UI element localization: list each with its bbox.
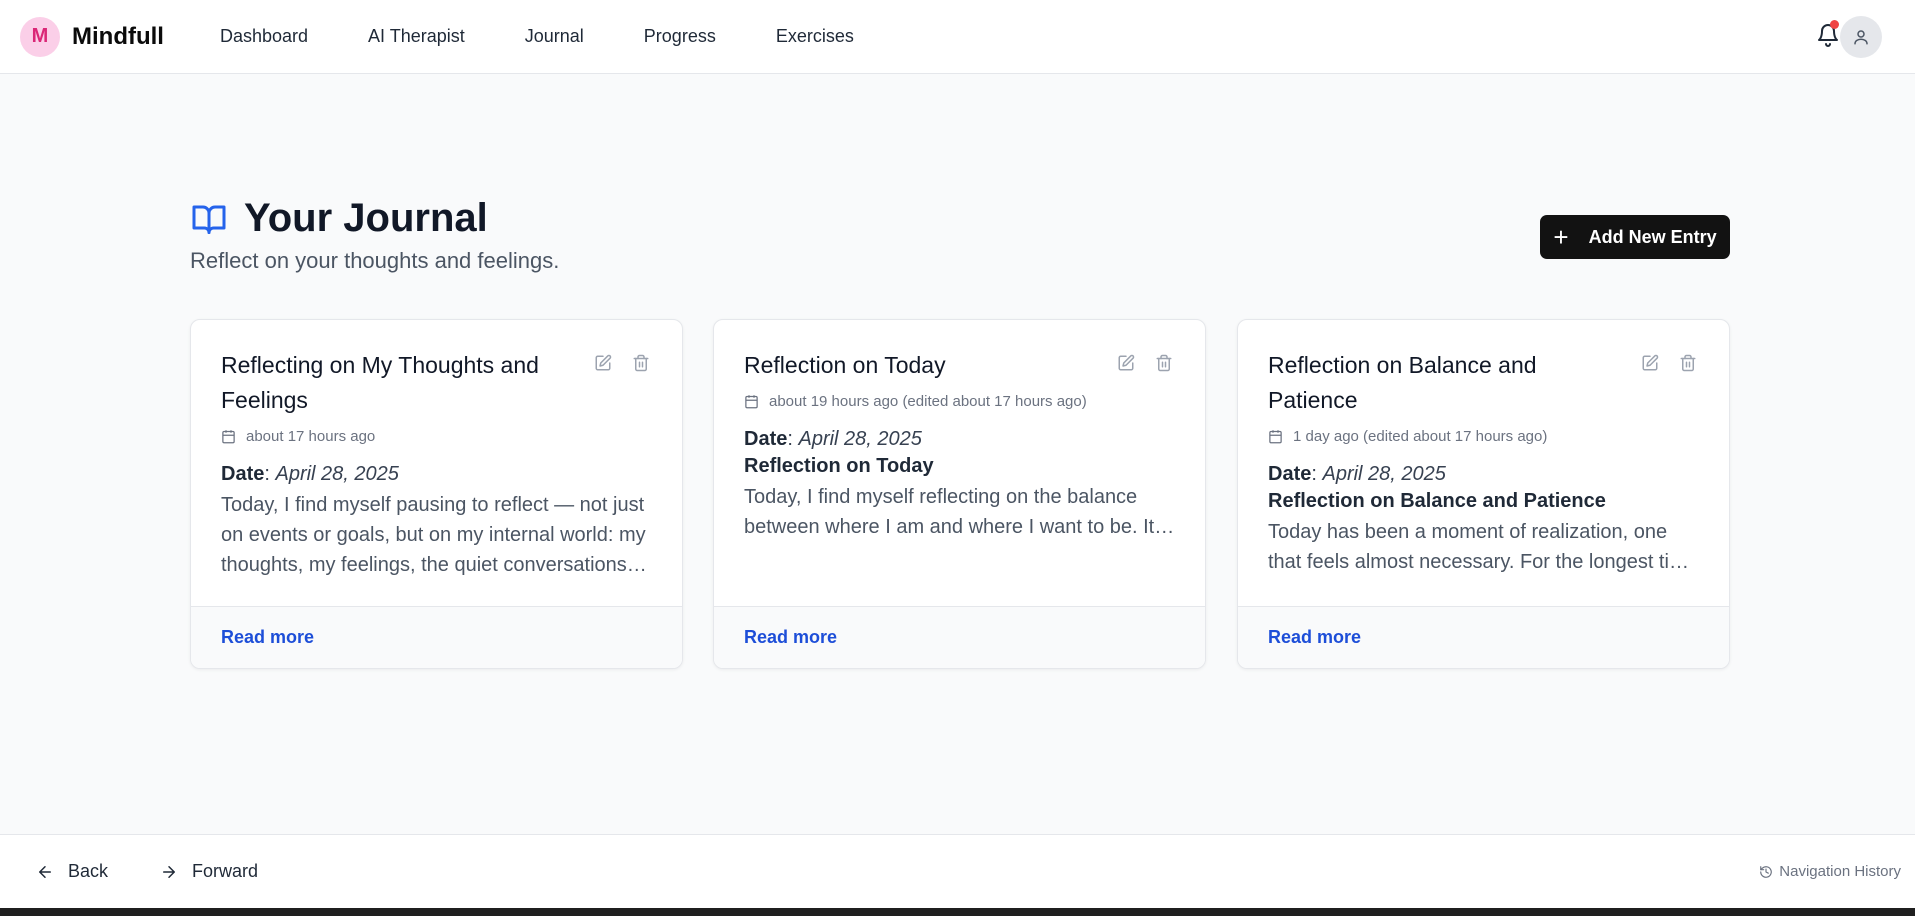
journal-entry-card: Reflection on Balance and Patience 1 day… <box>1237 319 1730 669</box>
delete-icon[interactable] <box>1153 352 1175 374</box>
entry-timestamp: about 19 hours ago (edited about 17 hour… <box>769 393 1087 410</box>
card-footer: Read more <box>714 606 1205 668</box>
card-footer: Read more <box>1238 606 1729 668</box>
page-heading: Your Journal <box>190 196 488 241</box>
entry-excerpt: Today has been a moment of realization, … <box>1268 521 1697 573</box>
entry-date: Date: April 28, 2025 <box>744 428 922 450</box>
delete-icon[interactable] <box>630 352 652 374</box>
date-value: April 28, 2025 <box>275 463 399 485</box>
entry-meta: 1 day ago (edited about 17 hours ago) <box>1268 428 1699 445</box>
brand[interactable]: M Mindfull <box>20 16 164 57</box>
back-button[interactable]: Back <box>36 861 108 882</box>
main-nav: Dashboard AI Therapist Journal Progress … <box>220 26 854 47</box>
brand-logo: M <box>20 16 60 57</box>
arrow-right-icon <box>163 865 176 878</box>
read-more-link[interactable]: Read more <box>744 627 837 648</box>
nav-item-progress[interactable]: Progress <box>644 26 716 47</box>
add-new-entry-label: Add New Entry <box>1588 226 1717 247</box>
add-new-entry-button[interactable]: + Add New Entry <box>1540 215 1730 259</box>
card-footer: Read more <box>191 606 682 668</box>
navigation-history-button[interactable]: Navigation History <box>1759 863 1901 880</box>
forward-label: Forward <box>192 861 259 881</box>
entry-excerpt: Today, I find myself pausing to reflect … <box>221 494 646 576</box>
plus-icon: + <box>1553 222 1569 252</box>
calendar-icon <box>222 430 235 444</box>
date-value: April 28, 2025 <box>1322 463 1446 485</box>
entry-date: Date: April 28, 2025 <box>221 463 399 485</box>
entry-timestamp: about 17 hours ago <box>246 428 376 445</box>
bottom-navigation-bar: Back Forward Navigation History <box>0 834 1915 908</box>
date-label: Date <box>221 463 265 485</box>
user-icon <box>1854 30 1868 45</box>
edit-icon[interactable] <box>1639 352 1661 374</box>
book-open-icon <box>192 205 226 234</box>
edit-icon[interactable] <box>592 352 614 374</box>
entry-timestamp: 1 day ago (edited about 17 hours ago) <box>1293 428 1548 445</box>
journal-entry-card: Reflecting on My Thoughts and Feelings a… <box>190 319 683 669</box>
entry-title[interactable]: Reflection on Today <box>744 348 1084 383</box>
notification-dot <box>1830 20 1839 29</box>
back-label: Back <box>68 861 109 881</box>
brand-name: Mindfull <box>72 22 164 50</box>
top-navigation-bar: M Mindfull Dashboard AI Therapist Journa… <box>0 0 1915 74</box>
entry-title[interactable]: Reflection on Balance and Patience <box>1268 348 1628 418</box>
calendar-icon <box>1269 430 1282 444</box>
entry-title[interactable]: Reflecting on My Thoughts and Feelings <box>221 348 561 418</box>
page-title: Your Journal <box>244 196 488 240</box>
read-more-link[interactable]: Read more <box>221 627 314 648</box>
entry-heading: Reflection on Today <box>744 455 934 477</box>
history-icon <box>1760 865 1773 878</box>
edit-icon[interactable] <box>1115 352 1137 374</box>
nav-item-dashboard[interactable]: Dashboard <box>220 26 308 47</box>
entry-heading: Reflection on Balance and Patience <box>1268 490 1606 512</box>
journal-entry-card: Reflection on Today about 19 hours ago (… <box>713 319 1206 669</box>
date-label: Date <box>744 428 788 450</box>
nav-item-ai-therapist[interactable]: AI Therapist <box>368 26 465 47</box>
entry-meta: about 19 hours ago (edited about 17 hour… <box>744 393 1175 410</box>
arrow-left-icon <box>39 865 51 878</box>
navigation-history-label: Navigation History <box>1779 863 1901 880</box>
entry-meta: about 17 hours ago <box>221 428 652 445</box>
profile-button[interactable] <box>1840 16 1882 58</box>
date-value: April 28, 2025 <box>798 428 922 450</box>
calendar-icon <box>745 395 758 409</box>
entry-excerpt: Today, I find myself reflecting on the b… <box>744 486 1169 538</box>
delete-icon[interactable] <box>1677 352 1699 374</box>
notifications-button[interactable] <box>1813 20 1843 50</box>
forward-button[interactable]: Forward <box>160 861 258 882</box>
nav-item-exercises[interactable]: Exercises <box>776 26 854 47</box>
page-subtitle: Reflect on your thoughts and feelings. <box>190 248 560 273</box>
entry-date: Date: April 28, 2025 <box>1268 463 1446 485</box>
screen-bottom-edge <box>0 908 1915 916</box>
read-more-link[interactable]: Read more <box>1268 627 1361 648</box>
nav-item-journal[interactable]: Journal <box>525 26 584 47</box>
date-label: Date <box>1268 463 1312 485</box>
